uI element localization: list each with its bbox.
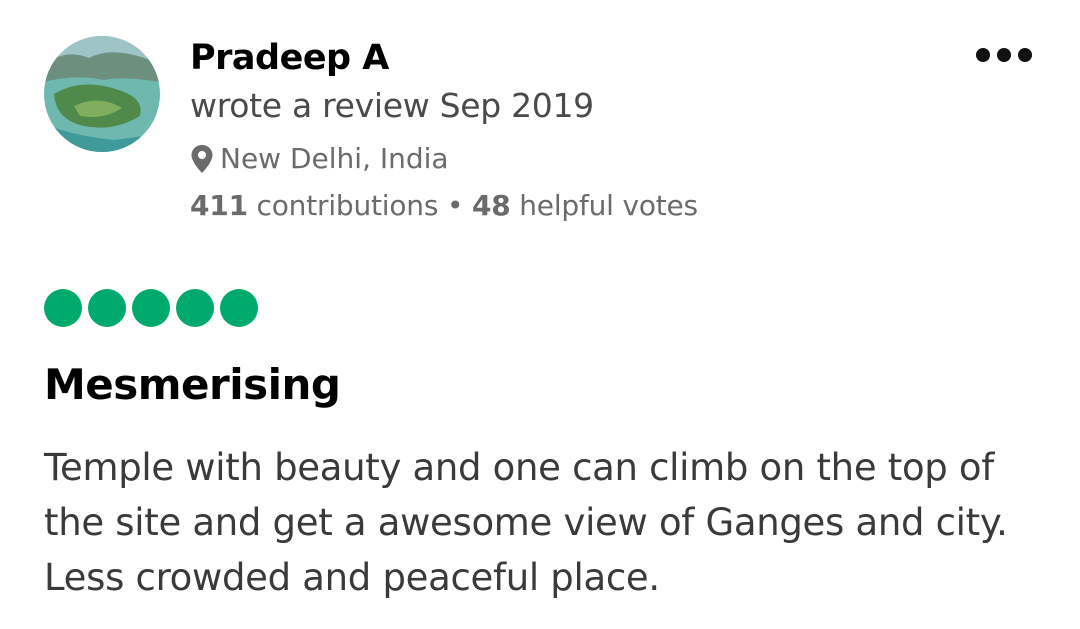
reviewer-stats: 411 contributions • 48 helpful votes — [190, 189, 698, 222]
rating-bubbles — [44, 289, 258, 327]
helpful-votes-count: 48 — [471, 189, 511, 222]
review-date: wrote a review Sep 2019 — [190, 86, 594, 125]
reviewer-location: New Delhi, India — [190, 142, 449, 175]
more-options-icon[interactable] — [976, 44, 1032, 66]
avatar-image — [44, 36, 160, 152]
menu-dot — [997, 48, 1011, 62]
contributions-label: contributions — [247, 189, 439, 222]
rating-bubble — [132, 289, 170, 327]
menu-dot — [976, 48, 990, 62]
rating-bubble — [220, 289, 258, 327]
stats-separator: • — [438, 189, 472, 222]
rating-bubble — [176, 289, 214, 327]
avatar[interactable] — [44, 36, 160, 152]
helpful-votes-label: helpful votes — [510, 189, 698, 222]
reviewer-name[interactable]: Pradeep A — [190, 38, 389, 78]
map-pin-icon — [191, 144, 213, 173]
rating-bubble — [44, 289, 82, 327]
review-text: Temple with beauty and one can climb on … — [44, 446, 1008, 599]
menu-dot — [1018, 48, 1032, 62]
location-text: New Delhi, India — [220, 142, 449, 175]
review-title[interactable]: Mesmerising — [44, 360, 341, 409]
rating-bubble — [88, 289, 126, 327]
contributions-count: 411 — [190, 189, 248, 222]
